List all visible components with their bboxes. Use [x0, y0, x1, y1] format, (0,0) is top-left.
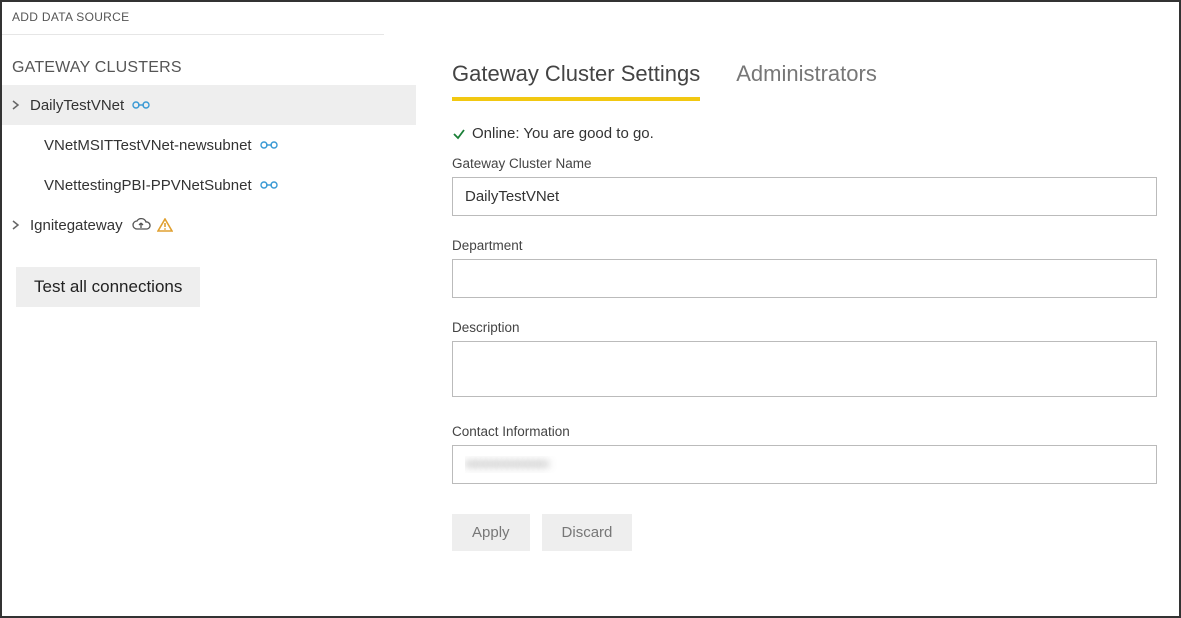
gateway-item-vnetmsit[interactable]: VNetMSITTestVNet-newsubnet [2, 125, 416, 165]
layout: GATEWAY CLUSTERS DailyTestVNet VNetMSITT… [2, 35, 1179, 616]
gateway-item-label: VNetMSITTestVNet-newsubnet [44, 137, 252, 154]
chevron-right-icon [2, 220, 30, 230]
label-department: Department [452, 238, 1157, 253]
test-all-connections-button[interactable]: Test all connections [16, 267, 200, 307]
warning-icon [157, 218, 173, 232]
description-input[interactable] [452, 341, 1157, 397]
cluster-name-input[interactable] [452, 177, 1157, 216]
tab-administrators[interactable]: Administrators [736, 61, 877, 101]
gateway-item-label: VNettestingPBI-PPVNetSubnet [44, 177, 252, 194]
add-data-source-link[interactable]: ADD DATA SOURCE [2, 2, 384, 35]
button-row: Apply Discard [452, 514, 1157, 551]
gateway-item-label: DailyTestVNet [30, 97, 124, 114]
status-text: Online: You are good to go. [472, 125, 654, 142]
link-icon [260, 180, 278, 190]
sidebar-header: GATEWAY CLUSTERS [2, 59, 416, 85]
label-description: Description [452, 320, 1157, 335]
contact-input[interactable] [452, 445, 1157, 484]
chevron-right-icon [2, 100, 30, 110]
status-row: Online: You are good to go. [452, 125, 1157, 142]
discard-button[interactable]: Discard [542, 514, 633, 551]
tab-gateway-cluster-settings[interactable]: Gateway Cluster Settings [452, 61, 700, 101]
label-contact: Contact Information [452, 424, 1157, 439]
gateway-item-ignitegateway[interactable]: Ignitegateway [2, 205, 416, 245]
cloud-icon [131, 218, 151, 232]
apply-button[interactable]: Apply [452, 514, 530, 551]
gateway-item-label: Ignitegateway [30, 217, 123, 234]
label-cluster-name: Gateway Cluster Name [452, 156, 1157, 171]
gateway-item-vnettestingpbi[interactable]: VNettestingPBI-PPVNetSubnet [2, 165, 416, 205]
sidebar: GATEWAY CLUSTERS DailyTestVNet VNetMSITT… [2, 35, 416, 616]
link-icon [260, 140, 278, 150]
tabs: Gateway Cluster Settings Administrators [452, 61, 1157, 101]
link-icon [132, 100, 150, 110]
gateway-item-dailytestvnet[interactable]: DailyTestVNet [2, 85, 416, 125]
department-input[interactable] [452, 259, 1157, 298]
check-icon [452, 127, 466, 141]
main: Gateway Cluster Settings Administrators … [416, 35, 1179, 616]
